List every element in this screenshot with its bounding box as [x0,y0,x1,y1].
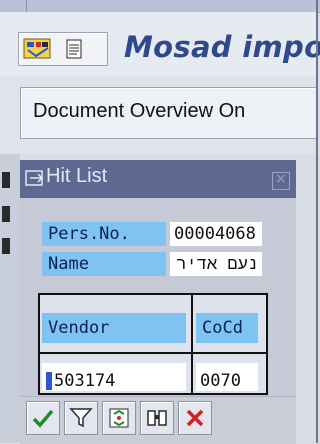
document-overview-button[interactable]: Document Overview On [20,87,318,139]
name-value: נעם אדיר [170,252,262,276]
column-divider [191,295,193,393]
pers-no-value: 00004068 [170,222,262,246]
dialog-title-bar[interactable]: Hit List × [20,160,296,198]
cancel-icon[interactable] [178,401,212,435]
page-title: Mosad impo [124,30,320,64]
left-panel [0,154,20,443]
window-icon [25,170,44,186]
close-icon[interactable]: × [272,171,290,190]
text-cursor [46,372,52,390]
document-overview-label: Document Overview On [33,100,246,122]
marker-icon [2,238,10,254]
filter-icon[interactable] [64,401,98,435]
table-row-cocd[interactable]: 0070 [196,363,258,391]
header-divider [40,352,266,354]
window-edge [316,0,318,443]
marker-icon [2,206,10,222]
sort-icon[interactable] [102,401,136,435]
table-row-vendor[interactable]: 503174 [42,363,186,391]
pers-no-label: Pers.No. [42,222,166,246]
find-icon[interactable] [140,401,174,435]
document-icon[interactable] [59,37,89,61]
check-icon[interactable] [26,401,60,435]
dialog-title: Hit List [46,165,108,187]
user-menu-icon[interactable] [23,37,53,61]
column-header-vendor[interactable]: Vendor [42,313,186,343]
divider [26,0,27,12]
marker-icon [2,172,10,188]
column-header-cocd[interactable]: CoCd [196,313,258,343]
name-label: Name [42,252,166,276]
title-icon-group [18,32,108,66]
